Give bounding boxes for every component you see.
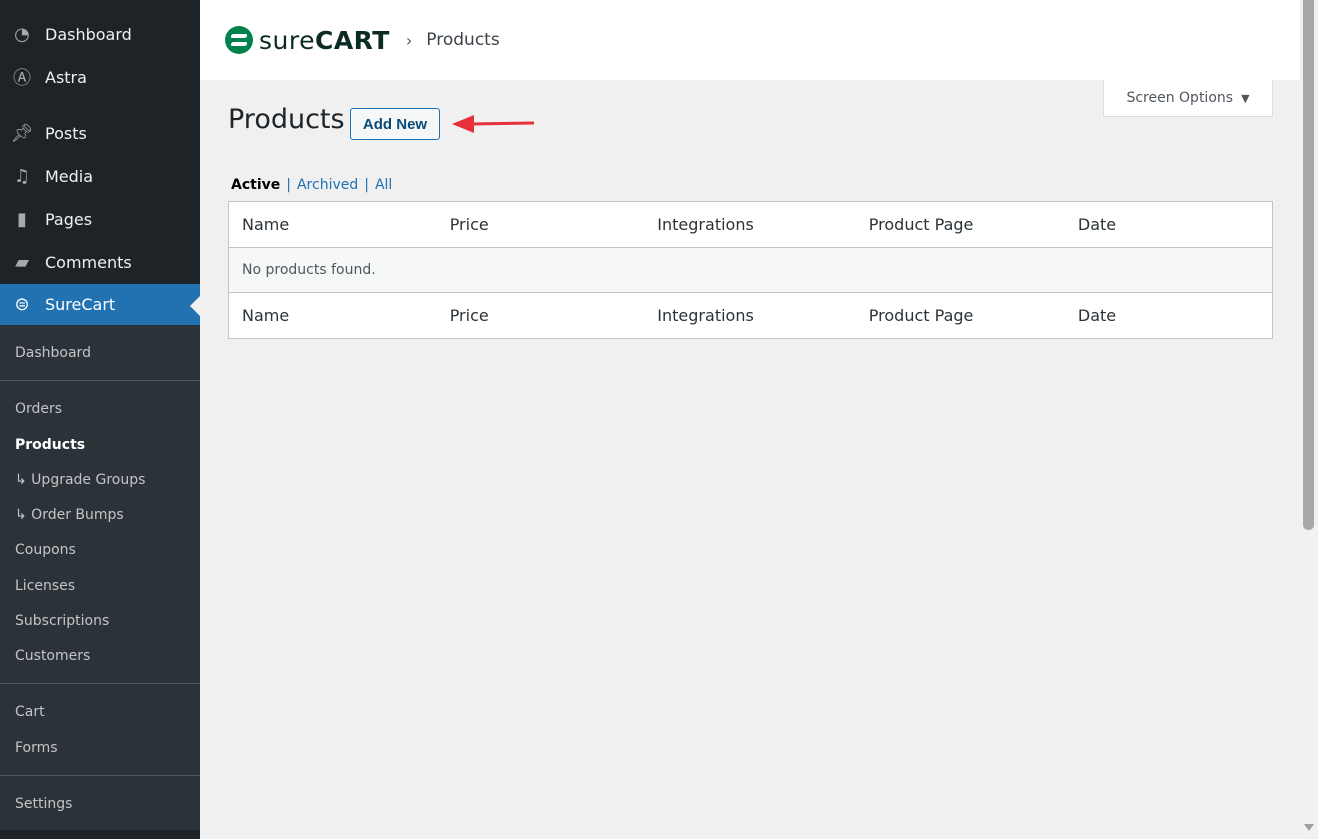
view-archived[interactable]: Archived	[297, 177, 358, 193]
column-header-date: Date	[1065, 202, 1273, 248]
submenu-settings[interactable]: Settings	[15, 796, 72, 812]
scroll-down-icon[interactable]	[1304, 824, 1314, 836]
surecart-header: sureCART › Products	[200, 0, 1300, 80]
breadcrumb-current: Products	[426, 30, 499, 50]
column-footer-date: Date	[1065, 293, 1273, 339]
column-header-integrations: Integrations	[644, 202, 856, 248]
breadcrumb-separator: ›	[406, 31, 412, 50]
dashboard-icon: ◔	[10, 22, 34, 46]
empty-message: No products found.	[229, 248, 1273, 293]
submenu-upgrade-groups[interactable]: ↳ Upgrade Groups	[15, 472, 145, 488]
screen-options-button[interactable]: Screen Options▼	[1103, 80, 1273, 117]
submenu-order-bumps[interactable]: ↳ Order Bumps	[15, 507, 124, 523]
view-all[interactable]: All	[375, 177, 392, 193]
column-footer-name: Name	[229, 293, 437, 339]
comment-icon: ▰	[10, 250, 34, 274]
submenu-subscriptions[interactable]: Subscriptions	[15, 613, 109, 629]
column-footer-product-page: Product Page	[856, 293, 1065, 339]
divider	[0, 775, 200, 776]
submenu-orders[interactable]: Orders	[15, 401, 62, 417]
products-table: Name Price Integrations Product Page Dat…	[228, 201, 1273, 339]
menu-media[interactable]: ♫Media	[0, 156, 200, 196]
menu-pages[interactable]: ▮Pages	[0, 199, 200, 239]
caret-down-icon: ▼	[1241, 92, 1249, 105]
submenu-licenses[interactable]: Licenses	[15, 578, 75, 594]
astra-icon: Ⓐ	[10, 65, 34, 89]
column-header-product-page: Product Page	[856, 202, 1065, 248]
column-footer-price: Price	[437, 293, 645, 339]
menu-astra[interactable]: ⒶAstra	[0, 57, 200, 97]
menu-surecart[interactable]: ⊜SureCart	[0, 284, 200, 325]
surecart-icon: ⊜	[10, 293, 34, 317]
scrollbar[interactable]	[1300, 0, 1318, 839]
submenu-dashboard[interactable]: Dashboard	[15, 345, 91, 361]
view-filters: Active|Archived|All	[231, 177, 392, 193]
submenu-products[interactable]: Products	[15, 437, 85, 453]
view-active[interactable]: Active	[231, 177, 280, 193]
submenu-customers[interactable]: Customers	[15, 648, 90, 664]
menu-posts[interactable]: 📌︎Posts	[0, 113, 200, 153]
divider	[0, 380, 200, 381]
column-header-name: Name	[229, 202, 437, 248]
menu-dashboard[interactable]: ◔Dashboard	[0, 14, 200, 54]
submenu-forms[interactable]: Forms	[15, 740, 58, 756]
add-new-button[interactable]: Add New	[350, 108, 440, 140]
menu-comments[interactable]: ▰Comments	[0, 242, 200, 282]
surecart-logo-icon	[225, 26, 253, 54]
annotation-arrow-icon	[452, 113, 536, 135]
pin-icon: 📌︎	[10, 121, 34, 145]
divider	[0, 683, 200, 684]
media-icon: ♫	[10, 164, 34, 188]
pages-icon: ▮	[10, 207, 34, 231]
column-header-price: Price	[437, 202, 645, 248]
submenu-coupons[interactable]: Coupons	[15, 542, 76, 558]
scrollbar-thumb[interactable]	[1303, 0, 1314, 530]
surecart-submenu: Dashboard Orders Products ↳ Upgrade Grou…	[0, 325, 200, 830]
table-row: No products found.	[229, 248, 1273, 293]
surecart-logo[interactable]: sureCART	[225, 26, 390, 55]
page-title: Products	[228, 104, 345, 135]
admin-sidebar: ◔Dashboard ⒶAstra 📌︎Posts ♫Media ▮Pages …	[0, 0, 200, 839]
submenu-cart[interactable]: Cart	[15, 704, 45, 720]
column-footer-integrations: Integrations	[644, 293, 856, 339]
